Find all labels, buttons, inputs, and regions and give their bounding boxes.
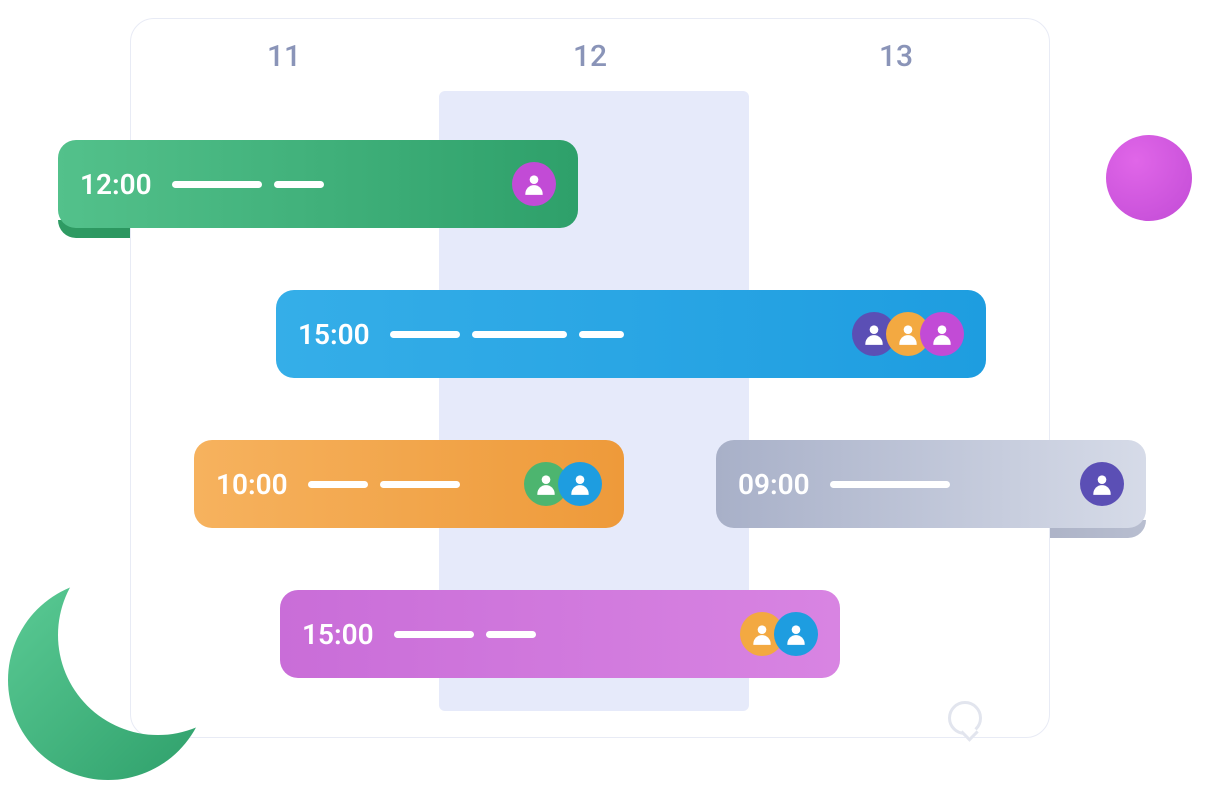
day-header: 13: [743, 39, 1049, 89]
avatar: [558, 462, 602, 506]
calendar-event[interactable]: 09:00: [716, 440, 1146, 528]
day-headers: 11 12 13: [131, 39, 1049, 89]
avatar: [774, 612, 818, 656]
event-time: 15:00: [302, 618, 374, 651]
event-attendees: [852, 312, 964, 356]
event-time: 12:00: [80, 168, 152, 201]
avatar: [920, 312, 964, 356]
event-attendees: [1080, 462, 1124, 506]
calendar-event[interactable]: 10:00: [194, 440, 624, 528]
event-time: 10:00: [216, 468, 288, 501]
avatar: [512, 162, 556, 206]
avatar: [1080, 462, 1124, 506]
event-attendees: [512, 162, 556, 206]
event-title-placeholder: [830, 481, 1080, 488]
chat-bubble-icon: [948, 701, 982, 735]
decorative-circle: [1106, 135, 1192, 221]
event-attendees: [524, 462, 602, 506]
calendar-event[interactable]: 15:00: [280, 590, 840, 678]
event-time: 09:00: [738, 468, 810, 501]
day-header: 12: [437, 39, 743, 89]
event-attendees: [740, 612, 818, 656]
calendar-event[interactable]: 15:00: [276, 290, 986, 378]
decorative-moon-shape: [8, 580, 208, 780]
day-header: 11: [131, 39, 437, 89]
event-title-placeholder: [172, 181, 512, 188]
event-title-placeholder: [308, 481, 524, 488]
calendar-event[interactable]: 12:00: [58, 140, 578, 228]
illustration-stage: 11 12 13 12:00 15:00 10:00 09:00 15:00: [0, 0, 1230, 800]
event-title-placeholder: [394, 631, 740, 638]
event-title-placeholder: [390, 331, 852, 338]
event-time: 15:00: [298, 318, 370, 351]
